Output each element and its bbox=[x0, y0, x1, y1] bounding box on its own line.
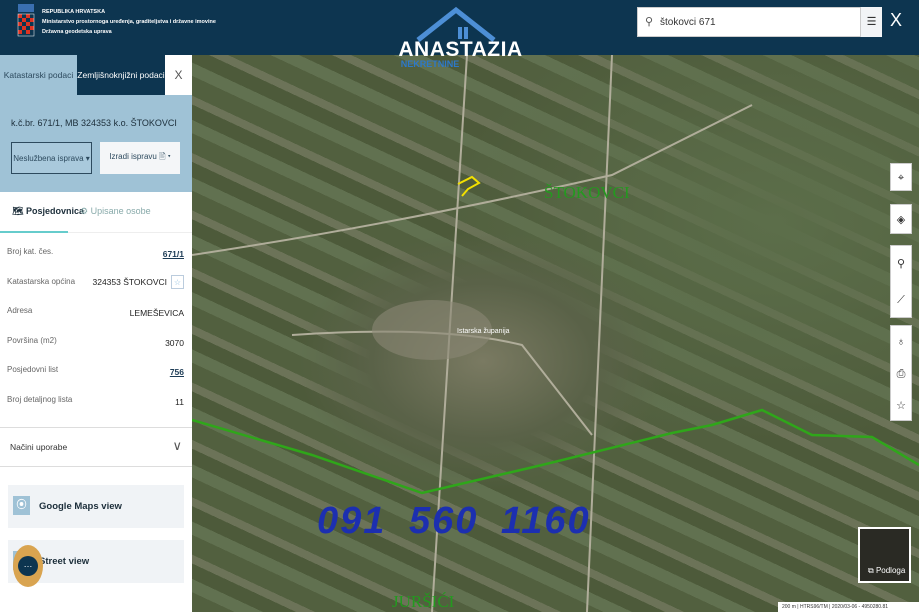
favorite-star-icon[interactable]: ☆ bbox=[171, 274, 184, 289]
parcel-outline bbox=[457, 175, 481, 197]
phone-watermark: 091 560 1160 bbox=[317, 500, 591, 542]
filter-button[interactable]: ☰ bbox=[861, 7, 882, 37]
google-maps-button[interactable]: ⦿ Google Maps view bbox=[8, 485, 184, 528]
measure-tools: ⚲ ⟋ bbox=[890, 245, 912, 318]
zoom-search-icon[interactable]: ⚲ bbox=[891, 246, 911, 282]
button-label: Google Maps view bbox=[39, 501, 122, 512]
fill-icon[interactable]: ♁ bbox=[891, 326, 911, 358]
info-row: Katastarska općina 324353 ŠTOKOVCI ☆ bbox=[0, 269, 192, 299]
layers-button[interactable]: ◈ bbox=[890, 204, 912, 234]
possession-sheet-link[interactable]: 756 bbox=[170, 367, 184, 377]
gov-line: Državna geodetska uprava bbox=[42, 29, 112, 35]
row-value: 3070 bbox=[165, 337, 184, 348]
row-label: Adresa bbox=[7, 306, 33, 315]
row-value: 324353 ŠTOKOVCI bbox=[92, 276, 168, 287]
info-row: Broj detaljnog lista 11 bbox=[0, 387, 192, 417]
tab-land-registry[interactable]: Zemljišnoknjižni podaci bbox=[77, 55, 165, 95]
parcel-number-link[interactable]: 671/1 bbox=[163, 249, 184, 259]
location-button[interactable]: ⌖ bbox=[890, 163, 912, 191]
accordion-label: Načini uporabe bbox=[10, 442, 68, 452]
print-icon[interactable]: ⎙ bbox=[891, 358, 911, 390]
info-row: Površina (m2) 3070 bbox=[0, 328, 192, 358]
logo-sub: NEKRETNINE bbox=[400, 59, 460, 69]
tab-posjedovnica[interactable]: 🗺 Posjedovnica bbox=[12, 206, 84, 217]
info-row: Broj kat. čes. 671/1 bbox=[0, 239, 192, 269]
row-label: Broj kat. čes. bbox=[7, 247, 54, 256]
close-panel-button[interactable]: X bbox=[165, 55, 192, 95]
basemap-button[interactable]: ⧉ Podloga bbox=[858, 527, 911, 583]
row-label: Površina (m2) bbox=[7, 335, 57, 345]
chevron-down-icon: ∨ bbox=[172, 438, 182, 453]
search-icon: ⚲ bbox=[645, 16, 654, 28]
tab-label: Upisane osobe bbox=[90, 206, 151, 216]
croatia-coat-of-arms-icon bbox=[17, 4, 35, 37]
scale-bar: 200 m | HTRS96/TM | 2020/03-06 - 4950280… bbox=[778, 602, 919, 612]
info-row: Posjedovni list 756 bbox=[0, 357, 192, 387]
region-label: Istarska županija bbox=[457, 328, 510, 335]
tab-upisane-osobe[interactable]: ⚙ Upisane osobe bbox=[80, 206, 151, 217]
button-label: Street view bbox=[39, 556, 90, 567]
info-row: Adresa LEMEŠEVICA bbox=[0, 298, 192, 328]
chat-icon: … bbox=[18, 556, 38, 576]
tab-cadastral[interactable]: Katastarski podaci bbox=[0, 55, 77, 95]
gov-line: REPUBLIKA HRVATSKA bbox=[42, 9, 106, 15]
chat-button[interactable]: … bbox=[13, 545, 43, 587]
map-pin-icon: ⦿ bbox=[13, 496, 30, 515]
gov-line: Ministarstvo prostornoga uređenja, gradi… bbox=[42, 19, 216, 25]
row-label: Broj detaljnog lista bbox=[7, 394, 73, 404]
star-icon[interactable]: ☆ bbox=[891, 390, 911, 422]
row-label: Posjedovni list bbox=[7, 365, 59, 374]
place-label: ŠTOKOVCI bbox=[544, 183, 630, 202]
parcel-title: k.č.br. 671/1, MB 324353 k.o. ŠTOKOVCI bbox=[11, 118, 177, 128]
search-input[interactable]: ⚲ štokovci 671 bbox=[637, 7, 861, 37]
house-icon bbox=[416, 6, 496, 42]
row-value: 11 bbox=[175, 396, 184, 407]
parcel-panel: Katastarski podaci Zemljišnoknjižni poda… bbox=[0, 55, 192, 612]
basemap-label: Podloga bbox=[875, 566, 906, 575]
row-value: LEMEŠEVICA bbox=[129, 308, 184, 318]
ministry-title: REPUBLIKA HRVATSKA Ministarstvo prostorn… bbox=[42, 7, 216, 37]
tab-label: Posjedovnica bbox=[25, 206, 84, 216]
ruler-icon[interactable]: ⟋ bbox=[891, 282, 911, 318]
crs-label: HTRS96/TM | 2020/03-06 - 4950280.81 bbox=[799, 604, 889, 610]
search-value: štokovci 671 bbox=[660, 17, 716, 28]
watermark-logo: ANASTAZIA NEKRETNINE bbox=[398, 2, 523, 72]
misc-tools: ♁ ⎙ ☆ bbox=[890, 325, 912, 421]
scale-label: 200 m bbox=[782, 604, 796, 610]
usage-accordion[interactable]: Načini uporabe ∨ bbox=[0, 427, 192, 467]
row-label: Katastarska općina bbox=[7, 276, 76, 286]
place-label: JURŠIĆI bbox=[392, 592, 455, 611]
create-document-button[interactable]: Izradi ispravu 🖹 ▾ bbox=[100, 142, 180, 174]
close-search-button[interactable]: X bbox=[890, 10, 902, 31]
active-tab-indicator bbox=[0, 231, 68, 233]
boundary-line bbox=[192, 408, 919, 495]
satellite-map[interactable]: ŠTOKOVCI Istarska županija JURŠIĆI 091 5… bbox=[192, 55, 919, 612]
unofficial-document-button[interactable]: Neslužbena isprava ▾ bbox=[11, 142, 92, 174]
